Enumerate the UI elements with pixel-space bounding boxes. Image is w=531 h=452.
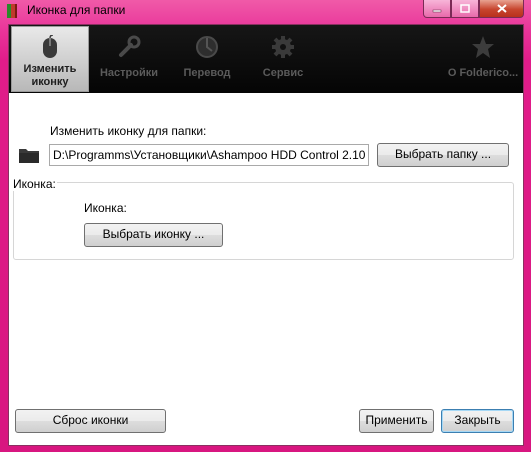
tab-label-line1: Изменить	[23, 63, 77, 75]
folder-path-field[interactable]: D:\Programms\Установщики\Ashampoo HDD Co…	[49, 144, 369, 166]
tab-change-icon-label: Изменить иконку	[12, 63, 88, 89]
folder-icon	[19, 149, 39, 163]
choose-folder-button[interactable]: Выбрать папку ...	[377, 143, 509, 167]
window-frame: Иконка для папки Изменить иконку Настрой…	[0, 0, 531, 452]
apply-button[interactable]: Применить	[359, 409, 434, 433]
close-button[interactable]: Закрыть	[441, 409, 514, 433]
star-icon	[472, 36, 494, 58]
title-bar[interactable]: Иконка для папки	[0, 0, 531, 22]
caption-buttons	[423, 0, 524, 18]
icon-groupbox	[13, 182, 514, 260]
mouse-icon	[43, 35, 57, 58]
tab-settings[interactable]: Настройки	[91, 27, 167, 91]
gear-icon	[272, 36, 294, 58]
tab-label-line2: иконку	[31, 76, 69, 88]
app-icon	[7, 4, 17, 18]
wrench-icon	[119, 35, 141, 57]
tab-about-label: О Folderico...	[447, 67, 519, 79]
close-window-button[interactable]	[479, 0, 524, 18]
globe-icon	[196, 36, 218, 58]
minimize-button[interactable]	[423, 0, 451, 18]
maximize-icon	[460, 4, 470, 13]
icon-group-legend: Иконка:	[12, 177, 57, 191]
minimize-icon	[432, 9, 442, 12]
client-area: Изменить иконку Настройки Перевод Сервис…	[8, 24, 524, 446]
tab-translation[interactable]: Перевод	[169, 27, 245, 91]
tab-service[interactable]: Сервис	[245, 27, 321, 91]
tab-about[interactable]: О Folderico...	[445, 27, 521, 91]
tab-settings-label: Настройки	[99, 67, 159, 79]
main-toolbar: Изменить иконку Настройки Перевод Сервис…	[9, 25, 523, 93]
tab-service-label: Сервис	[262, 67, 304, 79]
icon-label: Иконка:	[84, 201, 127, 215]
tab-translation-label: Перевод	[183, 67, 231, 79]
folder-section-label: Изменить иконку для папки:	[50, 124, 207, 138]
reset-icon-button[interactable]: Сброс иконки	[15, 409, 166, 433]
window-title: Иконка для папки	[27, 3, 126, 17]
choose-icon-button[interactable]: Выбрать иконку ...	[84, 223, 223, 247]
tab-change-icon[interactable]: Изменить иконку	[11, 26, 89, 92]
close-icon	[496, 4, 507, 13]
maximize-button[interactable]	[451, 0, 479, 18]
